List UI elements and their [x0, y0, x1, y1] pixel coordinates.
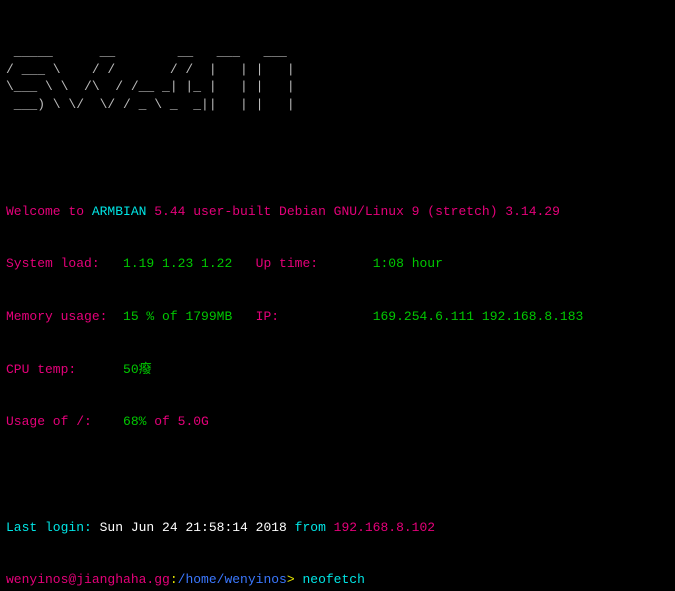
- terminal[interactable]: _____ __ __ ___ ___ / ___ \ / / / / | | …: [0, 0, 675, 591]
- welcome-os-name: ARMBIAN: [92, 204, 147, 219]
- spacer: [6, 150, 669, 168]
- disk-usage-total: of 5.0G: [146, 414, 208, 429]
- disk-usage-pct: 68%: [123, 414, 146, 429]
- uptime-label: Up time:: [232, 256, 372, 271]
- welcome-line: Welcome to ARMBIAN 5.44 user-built Debia…: [6, 203, 669, 221]
- cpu-temp-value: 50癈: [123, 362, 152, 377]
- system-load-value: 1.19 1.23 1.22: [123, 256, 232, 271]
- memory-usage-value: 15 % of 1799MB: [123, 309, 232, 324]
- last-login-from-label: from: [287, 520, 334, 535]
- last-login-line: Last login: Sun Jun 24 21:58:14 2018 fro…: [6, 519, 669, 537]
- system-load-line: System load: 1.19 1.23 1.22 Up time: 1:0…: [6, 255, 669, 273]
- disk-usage-label: Usage of /:: [6, 414, 123, 429]
- prompt-line[interactable]: wenyinos@jianghaha.gg:/home/wenyinos> ne…: [6, 571, 669, 589]
- ip-label: IP:: [232, 309, 372, 324]
- welcome-os-detail: 5.44 user-built Debian GNU/Linux 9 (stre…: [146, 204, 559, 219]
- last-login-time: Sun Jun 24 21:58:14 2018: [100, 520, 287, 535]
- prompt-userhost: wenyinos@jianghaha.gg: [6, 572, 170, 587]
- system-load-label: System load:: [6, 256, 123, 271]
- command-text: neofetch: [302, 572, 364, 587]
- armbian-ascii-art: _____ __ __ ___ ___ / ___ \ / / / / | | …: [6, 43, 669, 115]
- ip-value: 169.254.6.111 192.168.8.183: [373, 309, 584, 324]
- prompt-sep2: >: [287, 572, 303, 587]
- disk-usage-line: Usage of /: 68% of 5.0G: [6, 413, 669, 431]
- cpu-temp-label: CPU temp:: [6, 362, 123, 377]
- cpu-temp-line: CPU temp: 50癈: [6, 361, 669, 379]
- prompt-path: /home/wenyinos: [178, 572, 287, 587]
- prompt-sep1: :: [170, 572, 178, 587]
- welcome-prefix: Welcome to: [6, 204, 92, 219]
- memory-usage-line: Memory usage: 15 % of 1799MB IP: 169.254…: [6, 308, 669, 326]
- uptime-value: 1:08 hour: [373, 256, 443, 271]
- memory-usage-label: Memory usage:: [6, 309, 123, 324]
- last-login-label: Last login:: [6, 520, 100, 535]
- last-login-ip: 192.168.8.102: [334, 520, 435, 535]
- spacer: [6, 466, 669, 484]
